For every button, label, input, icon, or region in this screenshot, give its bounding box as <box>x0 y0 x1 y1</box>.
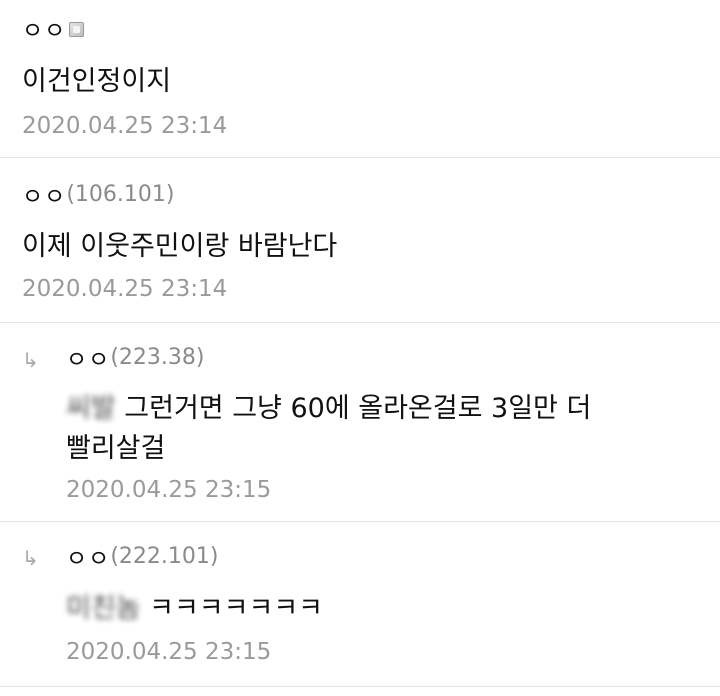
comment-body: 이제 이웃주민이랑 바람난다 <box>22 227 337 267</box>
comment-date: 2020.04.25 23:14 <box>22 276 228 302</box>
comment-text-line2: 빨리살걸 <box>66 433 166 464</box>
comment-nickname[interactable]: ㅇㅇ <box>66 340 110 374</box>
comment-item: ㅇㅇ (106.101) 이제 이웃주민이랑 바람난다 2020.04.25 2… <box>0 158 720 323</box>
censored-text: 미친놈 <box>66 593 141 624</box>
reply-item: ↳ ㅇㅇ (222.101) 미친놈 ㅋㅋㅋㅋㅋㅋㅋ 2020.04.25 23… <box>0 522 720 687</box>
reply-arrow-icon: ↳ <box>22 546 39 570</box>
comment-date: 2020.04.25 23:15 <box>66 477 272 503</box>
comment-text: 그런거면 그냥 60에 올라온걸로 3일만 더 <box>115 393 592 424</box>
censored-text: 씨발 <box>66 393 116 424</box>
comment-ip: (222.101) <box>110 543 219 569</box>
comment-header: ㅇㅇ (223.38) <box>66 340 205 374</box>
comment-nickname[interactable]: ㅇㅇ <box>22 11 66 45</box>
comment-body: 씨발 그런거면 그냥 60에 올라온걸로 3일만 더 빨리살걸 <box>66 389 591 469</box>
reply-arrow-icon: ↳ <box>22 348 39 372</box>
reply-item: ↳ ㅇㅇ (223.38) 씨발 그런거면 그냥 60에 올라온걸로 3일만 더… <box>0 323 720 522</box>
comment-nickname[interactable]: ㅇㅇ <box>22 177 66 211</box>
comment-item: ㅇㅇ 이건인정이지 2020.04.25 23:14 <box>0 0 720 158</box>
comment-date: 2020.04.25 23:14 <box>22 113 228 139</box>
comment-body: 미친놈 ㅋㅋㅋㅋㅋㅋㅋ <box>66 589 323 629</box>
comment-date: 2020.04.25 23:15 <box>66 639 272 665</box>
comment-ip: (106.101) <box>66 181 175 207</box>
member-badge-icon <box>69 21 85 37</box>
comment-body: 이건인정이지 <box>22 62 171 102</box>
comment-ip: (223.38) <box>110 344 205 370</box>
comment-header: ㅇㅇ <box>22 11 85 45</box>
comment-text: 이건인정이지 <box>22 66 172 97</box>
comment-text: 이제 이웃주민이랑 바람난다 <box>22 231 338 262</box>
comment-nickname[interactable]: ㅇㅇ <box>66 539 110 573</box>
comment-header: ㅇㅇ (222.101) <box>66 539 219 573</box>
comment-text: ㅋㅋㅋㅋㅋㅋㅋ <box>140 593 323 624</box>
comment-header: ㅇㅇ (106.101) <box>22 177 175 211</box>
